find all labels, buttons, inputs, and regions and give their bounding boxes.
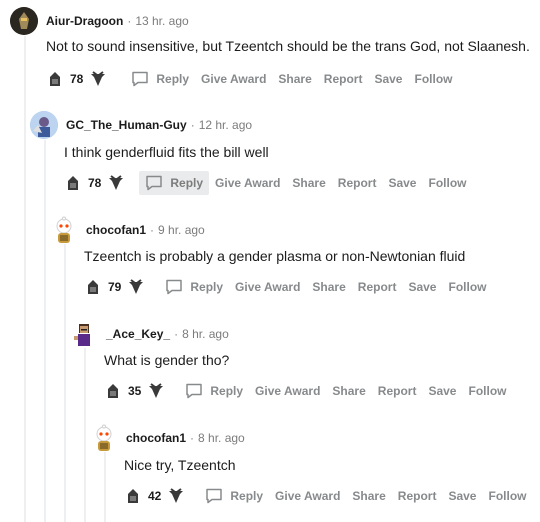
thread-line[interactable]	[84, 348, 86, 522]
follow-button[interactable]: Follow	[462, 380, 512, 402]
score: 79	[108, 280, 122, 294]
comment-body: What is gender tho?	[104, 352, 230, 368]
save-button[interactable]: Save	[422, 380, 462, 402]
report-button[interactable]: Report	[372, 380, 423, 402]
timestamp[interactable]: 8 hr. ago	[198, 431, 245, 445]
thread-line[interactable]	[44, 140, 46, 522]
thread-line[interactable]	[24, 36, 26, 522]
avatar[interactable]	[70, 320, 98, 348]
author-name[interactable]: Aiur-Dragoon	[46, 14, 123, 28]
reply-label: Reply	[156, 72, 190, 86]
reply-icon	[186, 383, 203, 399]
give-award-button[interactable]: Give Award	[229, 276, 306, 298]
score: 35	[128, 384, 142, 398]
save-button[interactable]: Save	[382, 172, 422, 194]
save-button[interactable]: Save	[368, 68, 408, 90]
reply-label: Reply	[230, 489, 264, 503]
follow-button[interactable]: Follow	[422, 172, 472, 194]
upvote-icon[interactable]	[104, 382, 122, 400]
separator: ·	[127, 14, 132, 28]
share-button[interactable]: Share	[326, 380, 371, 402]
share-button[interactable]: Share	[346, 485, 391, 507]
reply-button[interactable]: Reply	[139, 171, 210, 195]
give-award-button[interactable]: Give Award	[209, 172, 286, 194]
follow-button[interactable]: Follow	[408, 68, 458, 90]
upvote-icon[interactable]	[46, 70, 64, 88]
comment-body: Not to sound insensitive, but Tzeentch s…	[46, 38, 530, 54]
comment-body: I think genderfluid fits the bill well	[64, 144, 269, 160]
score: 78	[88, 176, 102, 190]
downvote-icon[interactable]	[127, 278, 145, 296]
comment-body: Tzeentch is probably a gender plasma or …	[84, 248, 466, 264]
follow-button[interactable]: Follow	[482, 485, 532, 507]
reply-button[interactable]: Reply	[159, 275, 229, 299]
avatar[interactable]	[90, 424, 118, 452]
avatar[interactable]	[30, 111, 58, 139]
author-name[interactable]: GC_The_Human-Guy	[66, 118, 187, 132]
reply-button[interactable]: Reply	[179, 379, 249, 403]
thread-line[interactable]	[64, 244, 66, 522]
downvote-icon[interactable]	[89, 70, 107, 88]
avatar[interactable]	[10, 7, 38, 35]
timestamp[interactable]: 13 hr. ago	[135, 14, 188, 28]
score: 42	[148, 489, 162, 503]
separator: ·	[174, 327, 179, 341]
downvote-icon[interactable]	[107, 174, 125, 192]
downvote-icon[interactable]	[147, 382, 165, 400]
reply-button[interactable]: Reply	[199, 484, 269, 508]
share-button[interactable]: Share	[286, 172, 331, 194]
give-award-button[interactable]: Give Award	[249, 380, 326, 402]
report-button[interactable]: Report	[318, 68, 369, 90]
reply-label: Reply	[190, 280, 224, 294]
report-button[interactable]: Report	[332, 172, 383, 194]
reply-label: Reply	[210, 384, 244, 398]
reply-button[interactable]: Reply	[125, 67, 195, 91]
author-name[interactable]: chocofan1	[86, 223, 146, 237]
reply-icon	[146, 175, 163, 191]
avatar[interactable]	[50, 216, 78, 244]
comment-body: Nice try, Tzeentch	[124, 457, 236, 473]
upvote-icon[interactable]	[64, 174, 82, 192]
reply-label: Reply	[170, 176, 204, 190]
downvote-icon[interactable]	[167, 487, 185, 505]
timestamp[interactable]: 12 hr. ago	[199, 118, 252, 132]
reply-icon	[132, 71, 149, 87]
share-button[interactable]: Share	[272, 68, 317, 90]
reply-icon	[206, 488, 223, 504]
author-name[interactable]: _Ace_Key_	[106, 327, 170, 341]
author-name[interactable]: chocofan1	[126, 431, 186, 445]
give-award-button[interactable]: Give Award	[269, 485, 346, 507]
give-award-button[interactable]: Give Award	[195, 68, 272, 90]
timestamp[interactable]: 9 hr. ago	[158, 223, 205, 237]
save-button[interactable]: Save	[402, 276, 442, 298]
timestamp[interactable]: 8 hr. ago	[182, 327, 229, 341]
upvote-icon[interactable]	[84, 278, 102, 296]
separator: ·	[150, 223, 155, 237]
share-button[interactable]: Share	[306, 276, 351, 298]
separator: ·	[190, 431, 195, 445]
follow-button[interactable]: Follow	[442, 276, 492, 298]
score: 78	[70, 72, 84, 86]
report-button[interactable]: Report	[352, 276, 403, 298]
reply-icon	[166, 279, 183, 295]
separator: ·	[190, 118, 195, 132]
save-button[interactable]: Save	[442, 485, 482, 507]
report-button[interactable]: Report	[392, 485, 443, 507]
upvote-icon[interactable]	[124, 487, 142, 505]
thread-line[interactable]	[104, 452, 106, 522]
